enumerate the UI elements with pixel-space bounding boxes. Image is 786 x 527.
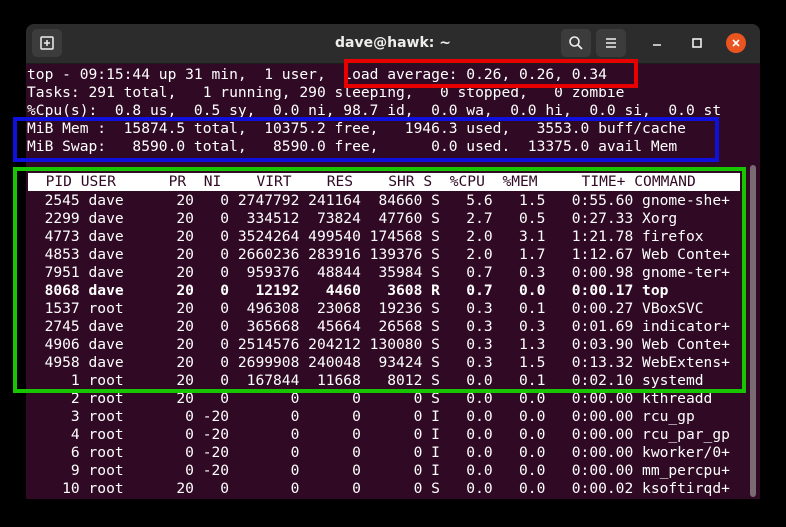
process-row: 3 root 0 -20 0 0 0 I 0.0 0.0 0:00.00 rcu…: [27, 408, 695, 425]
title-bar: dave@hawk: ~: [26, 24, 760, 64]
hamburger-menu-icon: [606, 38, 616, 48]
close-button[interactable]: [726, 33, 746, 53]
load-average-highlight: [344, 59, 638, 88]
search-icon: [569, 36, 583, 50]
close-icon: [732, 39, 740, 47]
menu-button[interactable]: [596, 29, 626, 57]
process-row: 10 root 20 0 0 0 0 S 0.0 0.0 0:00.02 kso…: [27, 480, 730, 497]
maximize-button[interactable]: [682, 29, 712, 57]
new-tab-button[interactable]: [32, 29, 62, 57]
minimize-icon: [653, 44, 661, 46]
search-button[interactable]: [561, 29, 591, 57]
process-row: 9 root 0 -20 0 0 0 I 0.0 0.0 0:00.00 mm_…: [27, 462, 730, 479]
maximize-icon: [692, 38, 702, 48]
memory-highlight: [13, 117, 719, 162]
minimize-button[interactable]: [642, 29, 672, 57]
terminal-scrollbar[interactable]: [750, 165, 756, 497]
process-row: 4 root 0 -20 0 0 0 I 0.0 0.0 0:00.00 rcu…: [27, 426, 730, 443]
process-list-highlight: [13, 167, 746, 393]
process-row: 6 root 0 -20 0 0 0 I 0.0 0.0 0:00.00 kwo…: [27, 444, 730, 461]
new-tab-icon: [40, 36, 54, 50]
